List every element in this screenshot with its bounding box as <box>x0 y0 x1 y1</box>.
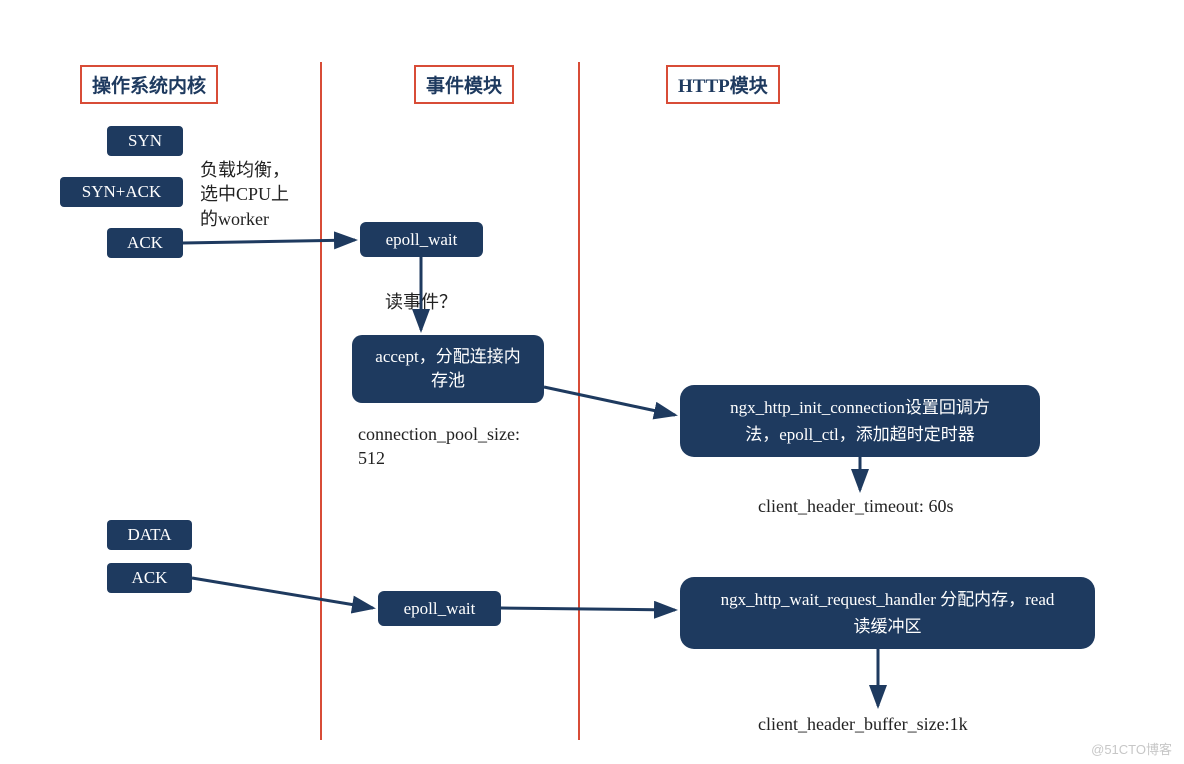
column-title-event: 事件模块 <box>414 65 514 104</box>
column-title-kernel: 操作系统内核 <box>80 65 218 104</box>
note-lb-line3: 的worker <box>200 209 269 229</box>
wh-l1: ngx_http_wait_request_handler 分配内存，read <box>721 590 1055 609</box>
note-lb-line1: 负载均衡， <box>200 160 290 180</box>
node-epoll-wait-2: epoll_wait <box>378 591 501 626</box>
node-syn: SYN <box>107 126 183 156</box>
node-ack: ACK <box>107 228 183 258</box>
node-data: DATA <box>107 520 192 550</box>
node-epoll-wait-1: epoll_wait <box>360 222 483 257</box>
label-header-buf: client_header_buffer_size:1k <box>758 712 968 736</box>
watermark: @51CTO博客 <box>1091 739 1172 758</box>
node-init-connection: ngx_http_init_connection设置回调方 法，epoll_ct… <box>680 385 1040 457</box>
init-l1: ngx_http_init_connection设置回调方 <box>730 398 990 417</box>
accept-l1: accept，分配连接内 <box>375 347 520 366</box>
cp-l1: connection_pool_size: <box>358 424 520 444</box>
separator-1 <box>320 62 322 740</box>
label-header-timeout: client_header_timeout: 60s <box>758 494 953 518</box>
node-accept: accept，分配连接内 存池 <box>352 335 544 403</box>
separator-2 <box>578 62 580 740</box>
init-l2: 法，epoll_ctl，添加超时定时器 <box>745 425 974 444</box>
wh-l2: 读缓冲区 <box>853 617 921 636</box>
note-load-balance: 负载均衡， 选中CPU上 的worker <box>200 158 290 231</box>
accept-l2: 存池 <box>431 371 465 390</box>
diagram-stage: 操作系统内核 事件模块 HTTP模块 SYN SYN+ACK ACK DATA … <box>0 0 1184 764</box>
column-title-http: HTTP模块 <box>666 65 780 104</box>
arrows-layer <box>0 0 1184 764</box>
note-lb-line2: 选中CPU上 <box>200 184 289 204</box>
node-synack: SYN+ACK <box>60 177 183 207</box>
arrow-accept-to-initconn <box>544 387 675 415</box>
arrow-epoll2-to-wait <box>501 608 675 610</box>
node-wait-request-handler: ngx_http_wait_request_handler 分配内存，read … <box>680 577 1095 649</box>
arrow-ack2-to-epoll2 <box>192 578 373 608</box>
label-read-event: 读事件？ <box>385 290 457 314</box>
label-conn-pool: connection_pool_size: 512 <box>358 422 520 471</box>
node-ack2: ACK <box>107 563 192 593</box>
arrow-ack-to-epoll1 <box>183 240 355 243</box>
cp-l2: 512 <box>358 448 385 468</box>
